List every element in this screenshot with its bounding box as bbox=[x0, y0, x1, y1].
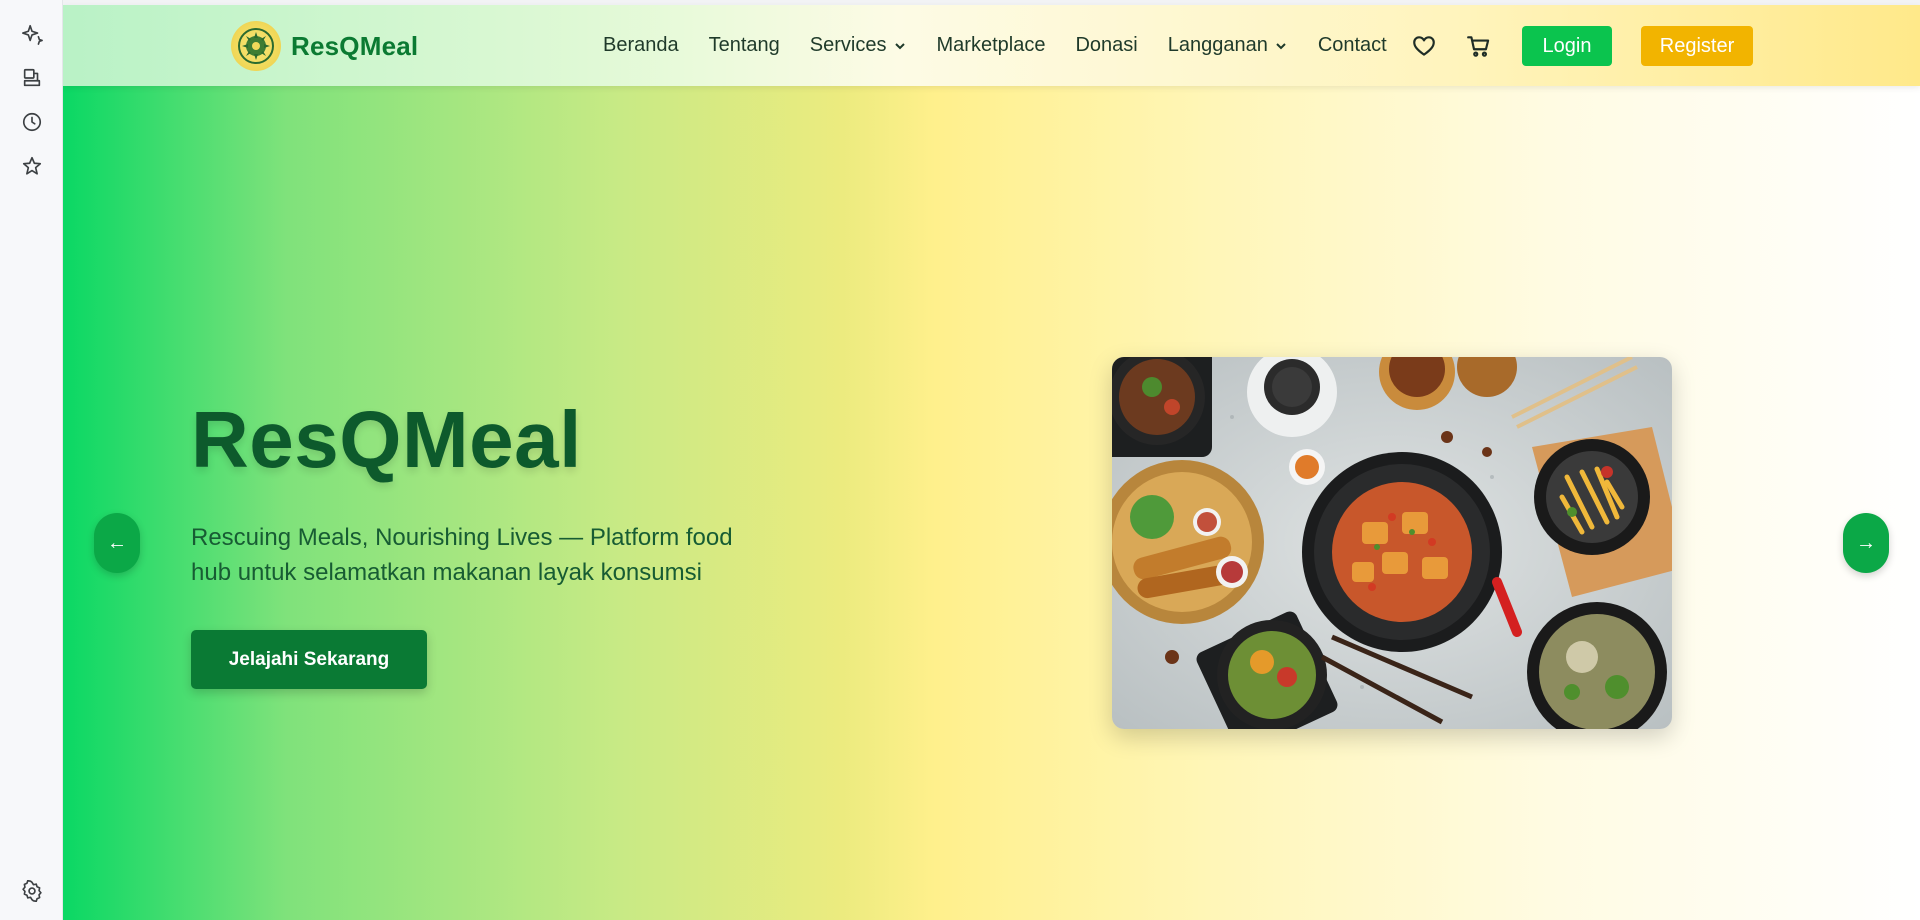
history-icon[interactable] bbox=[19, 109, 45, 135]
nav-marketplace-label: Marketplace bbox=[936, 34, 1046, 56]
register-button[interactable]: Register bbox=[1641, 26, 1753, 66]
brand-name: ResQMeal bbox=[291, 30, 419, 61]
bookmarks-icon[interactable] bbox=[19, 65, 45, 91]
brand-link[interactable]: ResQMeal bbox=[231, 21, 418, 71]
browser-side-rail bbox=[0, 0, 63, 920]
sparkle-icon[interactable] bbox=[19, 21, 45, 47]
nav-langganan-label: Langganan bbox=[1167, 34, 1268, 56]
nav-tentang[interactable]: Tentang bbox=[709, 34, 780, 57]
star-icon[interactable] bbox=[19, 153, 45, 179]
food-spread-image bbox=[1112, 357, 1672, 729]
nav-tentang-label: Tentang bbox=[708, 34, 780, 56]
nav-contact[interactable]: Contact bbox=[1318, 34, 1387, 57]
nav-marketplace[interactable]: Marketplace bbox=[937, 34, 1046, 57]
nav-contact-label: Contact bbox=[1317, 34, 1387, 56]
nav-links: Beranda Tentang Services Marketplace Don… bbox=[603, 5, 1417, 86]
nav-beranda[interactable]: Beranda bbox=[603, 34, 679, 57]
logo-icon bbox=[231, 21, 281, 71]
cart-icon[interactable] bbox=[1464, 31, 1494, 61]
hero-subtitle: Rescuing Meals, Nourishing Lives — Platf… bbox=[191, 524, 733, 586]
nav-langganan-dropdown[interactable]: Langganan bbox=[1168, 34, 1288, 57]
hero-title: ResQMeal bbox=[191, 395, 582, 484]
nav-donasi[interactable]: Donasi bbox=[1075, 34, 1137, 57]
chevron-down-icon bbox=[1276, 42, 1286, 49]
nav-services-dropdown[interactable]: Services bbox=[810, 34, 907, 57]
nav-beranda-label: Beranda bbox=[603, 34, 679, 56]
nav-donasi-label: Donasi bbox=[1075, 34, 1138, 56]
explore-button[interactable]: Jelajahi Sekarang bbox=[191, 630, 427, 689]
carousel-next-button[interactable]: → bbox=[1843, 513, 1889, 573]
chevron-down-icon bbox=[894, 42, 905, 49]
heart-icon[interactable] bbox=[1409, 31, 1439, 61]
carousel-prev-button[interactable]: ← bbox=[94, 513, 140, 573]
web-page: ResQMeal Beranda Tentang Services Market… bbox=[63, 0, 1920, 920]
navbar: ResQMeal Beranda Tentang Services Market… bbox=[63, 5, 1920, 86]
login-button[interactable]: Login bbox=[1522, 26, 1612, 66]
nav-services-label: Services bbox=[809, 34, 887, 56]
gear-icon[interactable] bbox=[19, 878, 45, 904]
